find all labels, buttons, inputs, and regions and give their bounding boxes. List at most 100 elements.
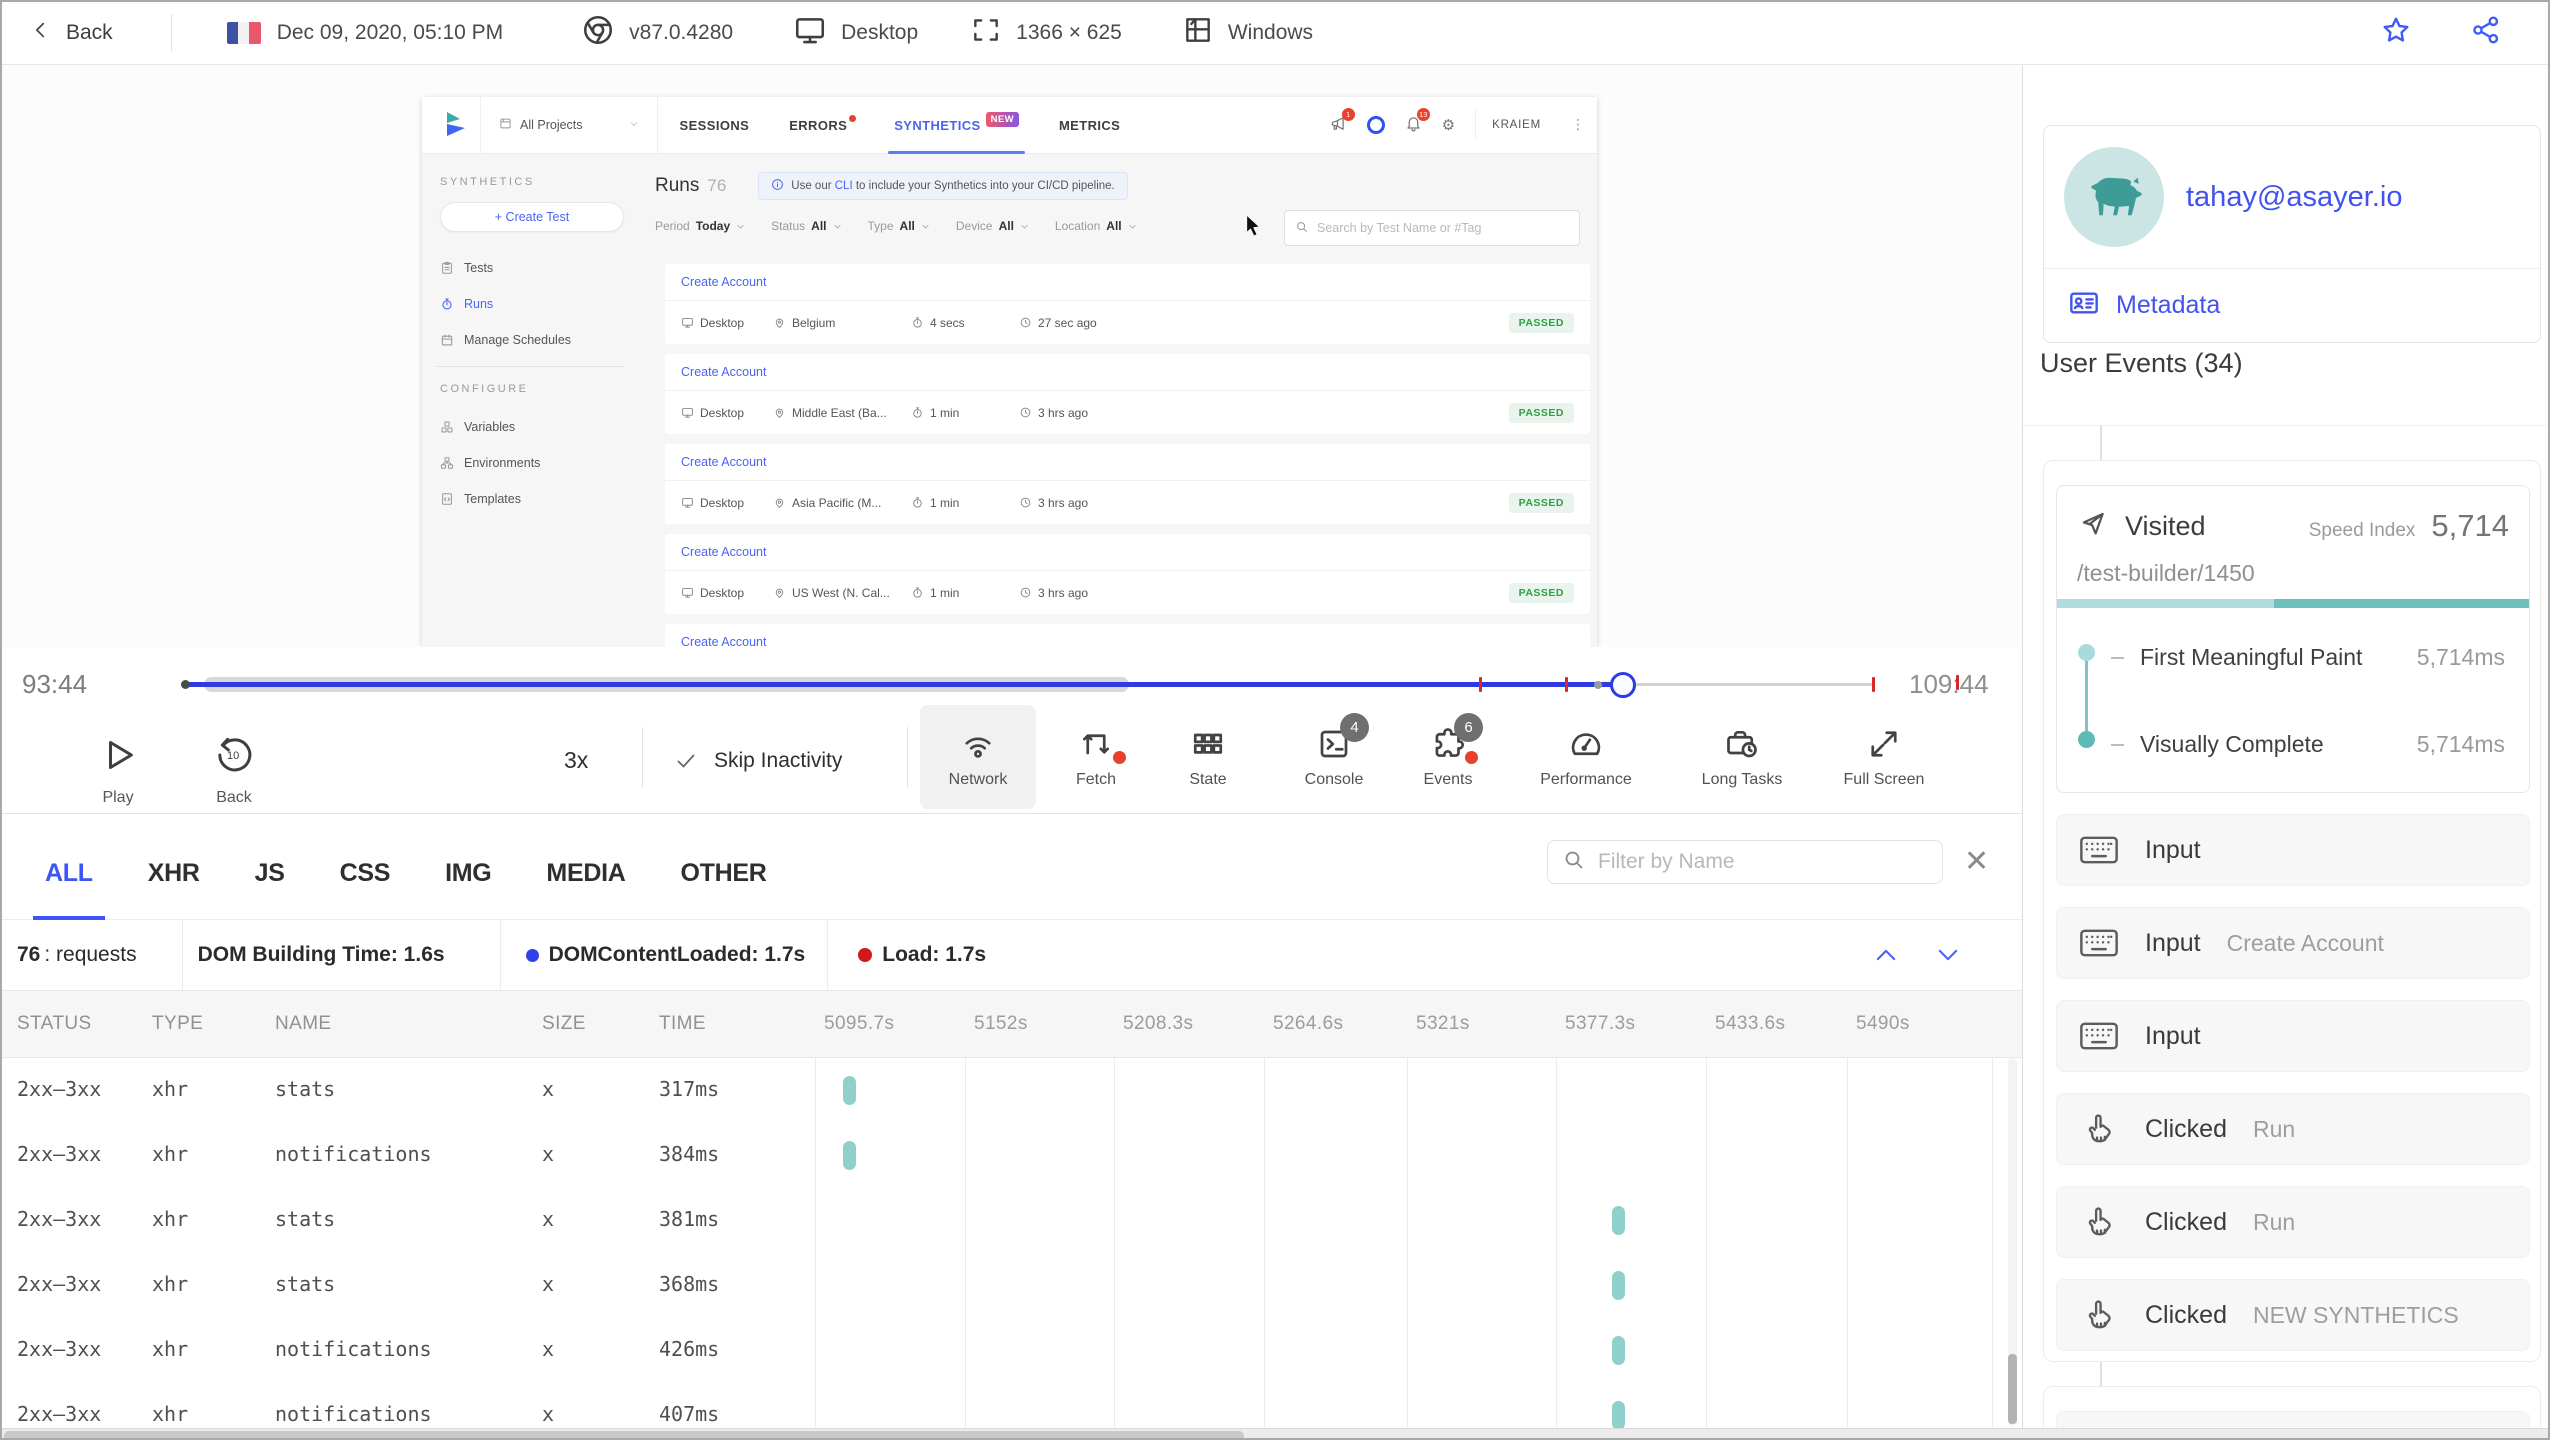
sidebar-item-tests[interactable]: Tests	[422, 250, 642, 286]
favorite-star-icon[interactable]	[2380, 14, 2412, 52]
request-row[interactable]: 2xx–3xx xhr stats x 381ms	[2, 1188, 2022, 1253]
request-row[interactable]: 2xx–3xx xhr notifications x 426ms	[2, 1318, 2022, 1383]
playhead[interactable]	[1610, 672, 1636, 698]
input-event-card[interactable]: Input	[2056, 814, 2530, 886]
net-tab-media[interactable]: MEDIA	[546, 828, 625, 920]
share-icon[interactable]	[2470, 14, 2502, 52]
network-wifi-icon	[960, 726, 996, 762]
project-selector[interactable]: All Projects	[481, 97, 657, 154]
net-tab-css[interactable]: CSS	[340, 828, 391, 920]
sidebar-item-templates[interactable]: Templates	[422, 481, 642, 517]
visited-url: /test-builder/1450	[2077, 560, 2255, 586]
sidebar-item-variables[interactable]: Variables	[422, 409, 642, 445]
clicked-event-card[interactable]: Clicked NEW SYNTHETICS	[2056, 1279, 2530, 1351]
sidebar-item-environments[interactable]: Environments	[422, 445, 642, 481]
test-search-input[interactable]	[1317, 221, 1569, 235]
status-badge: PASSED	[1508, 402, 1574, 423]
event-marker-red	[1956, 675, 1959, 690]
panel-button-long-tasks[interactable]: Long Tasks	[1680, 705, 1804, 809]
user-email-link[interactable]: tahay@asayer.io	[2186, 181, 2402, 214]
panel-button-console[interactable]: 4 Console	[1276, 705, 1392, 809]
net-tab-js[interactable]: JS	[255, 828, 285, 920]
net-tab-other[interactable]: OTHER	[680, 828, 766, 920]
sidebar-item-runs[interactable]: Runs	[422, 286, 642, 322]
filter-device[interactable]: Device All	[956, 219, 1029, 233]
timeline-track[interactable]	[181, 672, 1875, 698]
panel-button-events[interactable]: 6 Events	[1390, 705, 1506, 809]
run-name-link[interactable]: Create Account	[665, 354, 1590, 391]
panel-button-full-screen[interactable]: Full Screen	[1822, 705, 1946, 809]
run-name-link[interactable]: Create Account	[665, 534, 1590, 571]
cli-link[interactable]: CLI	[835, 180, 853, 192]
request-row[interactable]: 2xx–3xx xhr notifications x 384ms	[2, 1123, 2022, 1188]
back-button[interactable]: Back	[30, 19, 113, 47]
template-file-icon	[440, 492, 454, 506]
run-name-link[interactable]: Create Account	[665, 264, 1590, 301]
panel-button-performance[interactable]: Performance	[1524, 705, 1648, 809]
run-name-link[interactable]: Create Account	[665, 624, 1590, 647]
more-menu-icon[interactable]: ⋮	[1571, 117, 1585, 133]
app-tab-sessions[interactable]: SESSIONS	[680, 97, 750, 154]
table-vertical-scrollbar[interactable]	[2008, 1058, 2017, 1426]
run-card: Create Account Desktop Belgium 4 secs 27…	[665, 264, 1590, 344]
skip-inactivity-toggle[interactable]: Skip Inactivity	[674, 749, 842, 773]
request-row[interactable]: 2xx–3xx xhr stats x 317ms	[2, 1058, 2022, 1123]
monitor-icon	[793, 13, 827, 53]
resolution-info: 1366 × 625	[970, 14, 1122, 52]
hand-pointer-icon	[2079, 1298, 2119, 1332]
filter-type[interactable]: Type All	[868, 219, 930, 233]
run-name-link[interactable]: Create Account	[665, 444, 1590, 481]
scrollbar-thumb[interactable]	[2008, 1354, 2017, 1424]
status-badge: PASSED	[1508, 492, 1574, 513]
close-panel-icon[interactable]: ✕	[1964, 844, 1989, 879]
event-marker-red	[1479, 677, 1482, 692]
app-tab-metrics[interactable]: METRICS	[1059, 97, 1120, 154]
horizontal-scrollbar[interactable]	[2, 1428, 2548, 1438]
net-tab-xhr[interactable]: XHR	[148, 828, 200, 920]
net-tab-all[interactable]: ALL	[33, 828, 105, 920]
play-button[interactable]: Play	[87, 735, 149, 807]
monitor-icon	[681, 406, 694, 419]
input-event-card[interactable]: Input Create Account	[2056, 907, 2530, 979]
clicked-event-card[interactable]: Clicked Run	[2056, 1186, 2530, 1258]
visited-event-card[interactable]: Visited Speed Index 5,714 /test-builder/…	[2056, 485, 2530, 793]
panel-button-network[interactable]: Network	[920, 705, 1036, 809]
metadata-button[interactable]: Metadata	[2044, 268, 2540, 342]
app-tab-errors[interactable]: ERRORS	[789, 97, 857, 154]
jump-previous-icon[interactable]	[1872, 941, 1900, 969]
clock-icon	[1019, 586, 1032, 599]
clock-icon	[1019, 406, 1032, 419]
search-icon	[1295, 220, 1309, 237]
time-tick: 5264.6s	[1273, 1013, 1344, 1034]
filter-status[interactable]: Status All	[771, 219, 841, 233]
filter-period[interactable]: Period Today	[655, 219, 745, 233]
announcements-icon[interactable]: 1	[1330, 108, 1355, 135]
event-marker-gray	[1594, 681, 1602, 689]
timeline-start-marker	[181, 680, 190, 689]
net-tab-img[interactable]: IMG	[445, 828, 492, 920]
panel-button-state[interactable]: State	[1150, 705, 1266, 809]
time-tick: 5377.3s	[1565, 1013, 1636, 1034]
request-row[interactable]: 2xx–3xx xhr notifications x 407ms	[2, 1383, 2022, 1428]
filter-by-name-input[interactable]	[1598, 850, 1928, 874]
create-test-button[interactable]: + Create Test	[440, 202, 624, 232]
app-tab-synthetics[interactable]: SYNTHETICS NEW	[888, 97, 1025, 154]
divider	[170, 14, 172, 52]
app-user-menu[interactable]: KRAIEM	[1475, 110, 1551, 140]
filter-location[interactable]: Location All	[1055, 219, 1137, 233]
clicked-event-card[interactable]: Clicked Run	[2056, 1093, 2530, 1165]
request-row[interactable]: 2xx–3xx xhr stats x 368ms	[2, 1253, 2022, 1318]
panel-button-fetch[interactable]: Fetch	[1038, 705, 1154, 809]
input-event-card[interactable]: Input	[2056, 1000, 2530, 1072]
runs-title: Runs	[655, 175, 700, 196]
jump-next-icon[interactable]	[1934, 941, 1962, 969]
scrollbar-thumb[interactable]	[4, 1431, 1244, 1438]
notifications-bell-icon[interactable]: 13	[1405, 108, 1430, 135]
settings-gear-icon[interactable]: ⚙	[1442, 116, 1455, 134]
sidebar-item-manage-schedules[interactable]: Manage Schedules	[422, 322, 642, 358]
keyboard-icon	[2079, 835, 2119, 865]
cli-banner: Use our CLI to include your Synthetics i…	[758, 172, 1128, 200]
back-10s-button[interactable]: 10 Back	[200, 735, 268, 807]
timeline-remaining	[1623, 683, 1874, 686]
playback-speed-button[interactable]: 3x	[564, 747, 588, 774]
